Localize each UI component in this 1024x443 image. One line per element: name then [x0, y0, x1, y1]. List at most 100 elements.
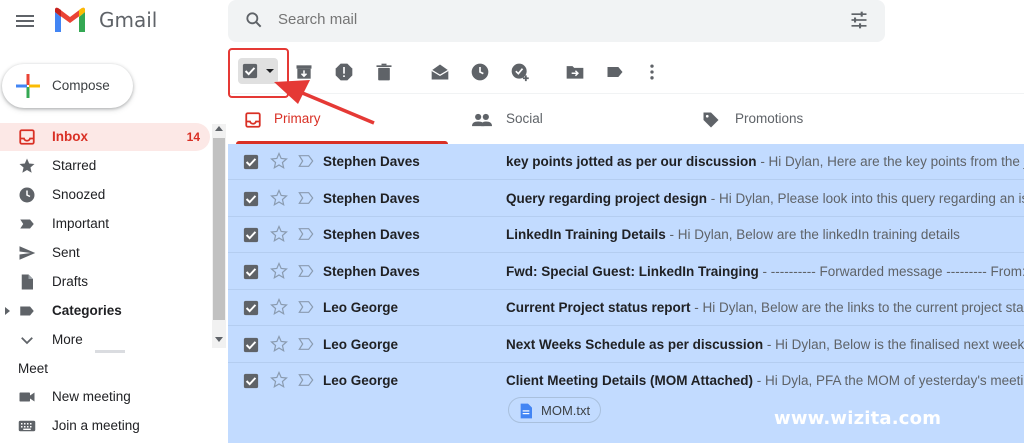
archive-icon[interactable]: [294, 62, 314, 82]
row-checkbox-checked-icon[interactable]: [243, 264, 259, 280]
importance-marker-icon[interactable]: [298, 337, 314, 351]
main-menu-icon[interactable]: [16, 12, 36, 32]
row-checkbox-checked-icon[interactable]: [243, 227, 259, 243]
sidebar-item-categories[interactable]: Categories: [0, 297, 210, 325]
sidebar-item-label: Starred: [52, 158, 97, 173]
importance-marker-icon[interactable]: [298, 154, 314, 168]
clock-icon: [19, 187, 35, 203]
tab-primary[interactable]: Primary: [228, 100, 454, 144]
attachment-chip[interactable]: MOM.txt: [508, 397, 601, 423]
annotation-highlight-box: [228, 48, 289, 98]
importance-marker-icon[interactable]: [298, 373, 314, 387]
row-checkbox-checked-icon[interactable]: [243, 300, 259, 316]
sidebar-item-drafts[interactable]: Drafts: [0, 268, 210, 296]
email-preview: Fwd: Special Guest: LinkedIn Trainging -…: [506, 264, 1024, 279]
importance-marker-icon[interactable]: [298, 264, 314, 278]
row-checkbox-checked-icon[interactable]: [243, 337, 259, 353]
email-row[interactable]: Stephen Daves Fwd: Special Guest: Linked…: [228, 254, 1024, 290]
row-checkbox-checked-icon[interactable]: [243, 154, 259, 170]
document-icon: [520, 403, 532, 419]
sidebar-item-inbox[interactable]: Inbox 14: [0, 123, 210, 151]
tag-icon: [703, 112, 719, 128]
unread-count-badge: 14: [186, 130, 200, 144]
email-subject: Fwd: Special Guest: LinkedIn Trainging: [506, 264, 759, 279]
star-outline-icon[interactable]: [270, 335, 288, 353]
mail-toolbar: [228, 48, 1024, 98]
email-subject: LinkedIn Training Details: [506, 227, 666, 242]
meet-join-meeting[interactable]: Join a meeting: [0, 412, 210, 440]
email-preview: LinkedIn Training Details - Hi Dylan, Be…: [506, 227, 1024, 242]
labels-icon[interactable]: [605, 62, 625, 82]
row-checkbox-checked-icon[interactable]: [243, 191, 259, 207]
sidebar-item-label: Inbox: [52, 129, 88, 144]
star-outline-icon[interactable]: [270, 152, 288, 170]
meet-item-label: New meeting: [52, 389, 131, 404]
email-snippet: - Hi Dyla, PFA the MOM of yesterday's me…: [756, 373, 1024, 388]
email-row[interactable]: Leo George Client Meeting Details (MOM A…: [228, 363, 1024, 443]
scroll-up-arrow-icon[interactable]: [215, 126, 223, 131]
sidebar-item-label: Snoozed: [52, 187, 106, 202]
star-icon: [19, 158, 35, 173]
row-checkbox-checked-icon[interactable]: [243, 373, 259, 389]
search-options-icon[interactable]: [849, 10, 869, 30]
star-outline-icon[interactable]: [270, 262, 288, 280]
star-outline-icon[interactable]: [270, 371, 288, 389]
email-sender: Leo George: [323, 300, 399, 315]
sidebar-item-label: Drafts: [52, 274, 89, 289]
star-outline-icon[interactable]: [270, 189, 288, 207]
watermark-text: www.wizita.com: [774, 408, 942, 429]
importance-marker-icon[interactable]: [298, 191, 314, 205]
email-row[interactable]: Stephen Daves LinkedIn Training Details …: [228, 217, 1024, 253]
sidebar-item-snoozed[interactable]: Snoozed: [0, 181, 210, 209]
mark-as-read-icon[interactable]: [430, 62, 450, 82]
email-subject: Next Weeks Schedule as per discussion: [506, 337, 764, 352]
sidebar-item-important[interactable]: Important: [0, 210, 210, 238]
panel-resize-handle[interactable]: [95, 350, 125, 353]
report-spam-icon[interactable]: [334, 62, 354, 82]
keyboard-icon: [18, 420, 36, 432]
brand-name[interactable]: Gmail: [99, 8, 157, 32]
move-to-icon[interactable]: [565, 62, 585, 82]
search-bar[interactable]: [228, 0, 885, 42]
email-subject: Query regarding project design: [506, 191, 708, 206]
importance-marker-icon[interactable]: [298, 227, 314, 241]
compose-label: Compose: [52, 78, 110, 93]
importance-marker-icon[interactable]: [298, 300, 314, 314]
gmail-logo-icon[interactable]: [53, 6, 87, 34]
more-options-icon[interactable]: [642, 62, 662, 82]
email-row[interactable]: Leo George Current Project status report…: [228, 290, 1024, 326]
tab-social[interactable]: Social: [454, 100, 686, 144]
scroll-down-arrow-icon[interactable]: [215, 337, 223, 342]
app-header: Gmail: [0, 0, 1024, 48]
snooze-icon[interactable]: [470, 62, 490, 82]
important-icon: [20, 219, 34, 229]
star-outline-icon[interactable]: [270, 298, 288, 316]
tab-label: Primary: [274, 111, 321, 126]
search-icon[interactable]: [244, 10, 264, 30]
email-row[interactable]: Stephen Daves key points jotted as per o…: [228, 144, 1024, 180]
draft-icon: [21, 274, 33, 290]
email-sender: Leo George: [323, 373, 399, 388]
search-input[interactable]: [278, 11, 838, 28]
email-snippet: - ---------- Forwarded message ---------…: [762, 264, 1024, 279]
email-preview: Client Meeting Details (MOM Attached) - …: [506, 373, 1024, 388]
compose-button[interactable]: Compose: [2, 64, 133, 108]
email-preview: Next Weeks Schedule as per discussion - …: [506, 337, 1024, 352]
delete-icon[interactable]: [374, 62, 394, 82]
tab-promotions[interactable]: Promotions: [686, 100, 918, 144]
label-icon: [20, 306, 34, 316]
email-snippet: - Hi Dylan, Below are the linkedIn train…: [665, 227, 960, 242]
expand-caret-icon[interactable]: [5, 307, 10, 315]
add-to-tasks-icon[interactable]: [510, 62, 530, 82]
sidebar-scrollbar-thumb[interactable]: [213, 138, 225, 320]
videocam-icon: [19, 392, 35, 402]
email-row[interactable]: Leo George Next Weeks Schedule as per di…: [228, 327, 1024, 363]
sidebar-item-starred[interactable]: Starred: [0, 152, 210, 180]
email-sender: Leo George: [323, 337, 399, 352]
chevron-down-icon: [21, 337, 33, 345]
email-subject: Client Meeting Details (MOM Attached): [506, 373, 754, 388]
sidebar-item-sent[interactable]: Sent: [0, 239, 210, 267]
star-outline-icon[interactable]: [270, 225, 288, 243]
meet-new-meeting[interactable]: New meeting: [0, 383, 210, 411]
email-row[interactable]: Stephen Daves Query regarding project de…: [228, 181, 1024, 217]
